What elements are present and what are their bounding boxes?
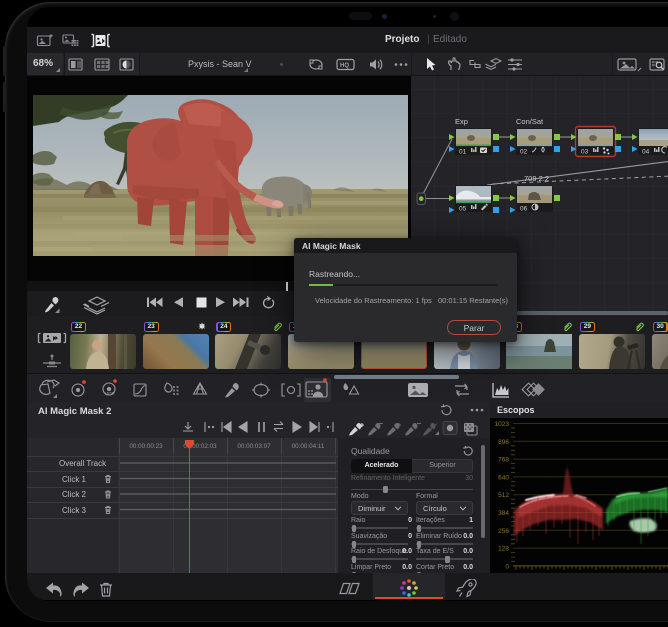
svg-text:Con/Sat: Con/Sat [516,117,544,126]
svg-text:0: 0 [505,563,509,570]
svg-text:00:00:00:23: 00:00:00:23 [129,443,163,450]
svg-text:HQ: HQ [340,63,349,69]
svg-text:00:00:04:11: 00:00:04:11 [292,443,325,450]
svg-text:640: 640 [498,474,509,481]
svg-text:04: 04 [642,149,650,156]
svg-text:06: 06 [520,206,528,213]
svg-text:128: 128 [498,546,509,553]
svg-text:00:00:03:07: 00:00:03:07 [237,443,271,450]
svg-text:384: 384 [498,510,509,517]
svg-text:512: 512 [498,492,509,499]
svg-text:896: 896 [498,439,509,446]
svg-text:Exp: Exp [455,117,468,126]
svg-text:05: 05 [459,206,467,213]
svg-text:02: 02 [520,149,528,156]
svg-text:01: 01 [459,149,467,156]
svg-text:HDR: HDR [105,391,115,396]
svg-text:768: 768 [498,457,509,464]
svg-text:1023: 1023 [495,421,510,428]
svg-text:709 2.2: 709 2.2 [524,174,549,183]
svg-text:256: 256 [498,528,509,535]
svg-text:03: 03 [581,149,589,156]
